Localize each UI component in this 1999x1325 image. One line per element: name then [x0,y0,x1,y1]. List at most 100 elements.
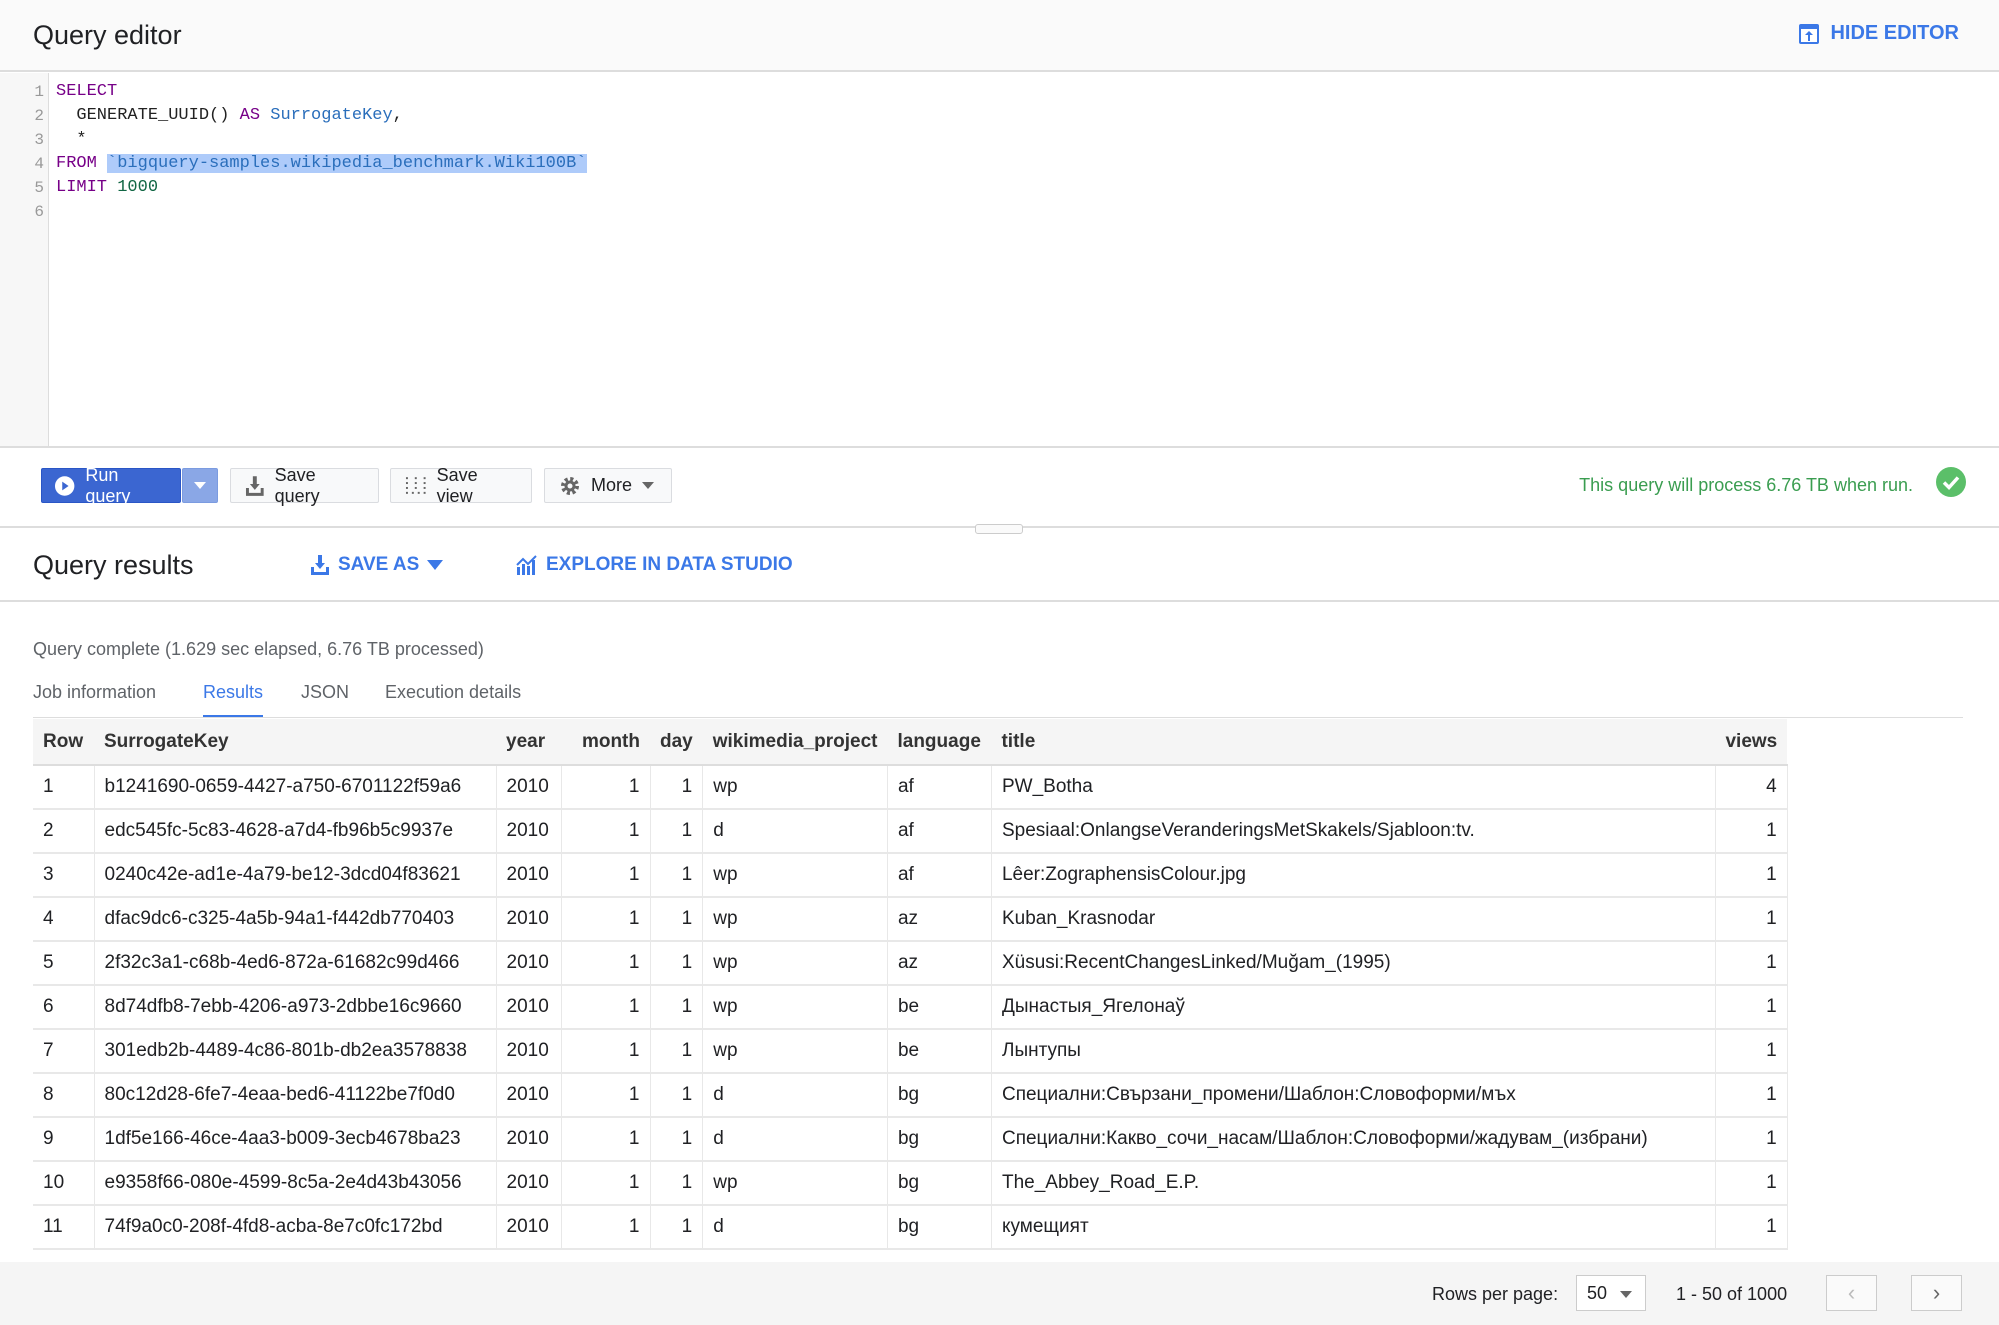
column-header-title: title [991,719,1716,766]
pagination-bar: Rows per page: 50 1 - 50 of 1000 ‹ › [0,1262,1999,1325]
explore-data-studio-button[interactable]: EXPLORE IN DATA STUDIO [516,554,793,576]
column-header-language: language [887,719,992,766]
cell-surrogatekey: b1241690-0659-4427-a750-6701122f59a6 [94,765,497,810]
cell-year: 2010 [496,809,562,854]
save-as-button[interactable]: SAVE AS [310,554,444,576]
save-query-button[interactable]: Save query [230,465,379,506]
next-page-button[interactable]: › [1911,1275,1962,1311]
cell-row: 1 [33,765,95,810]
code-line: LIMIT 1000 [56,178,158,197]
cell-title: Lêer:ZographensisColour.jpg [991,853,1716,898]
caret-down-icon [1620,1291,1633,1298]
cell-views: 1 [1715,1161,1788,1206]
cell-language: bg [887,1205,992,1250]
tab-results[interactable]: Results [203,682,264,718]
cell-title: Специални:Какво_сочи_насам/Шаблон:Словоф… [991,1117,1716,1162]
table-row: 8 80c12d28-6fe7-4eaa-bed6-41122be7f0d0 201… [33,1073,1788,1118]
alias: SurrogateKey [270,106,393,125]
page-title: Query editor [33,20,182,50]
results-table: Row SurrogateKey year month day wikimedia_pro… [33,719,1788,1250]
cell-day: 1 [650,941,704,986]
caret-down-icon [427,560,444,570]
function: GENERATE_UUID() [56,106,240,125]
sql-editor[interactable]: 1 2 3 4 5 6 SELECT GENERATE_UUID() AS Su… [0,73,1999,446]
cell-row: 5 [33,941,95,986]
cell-views: 1 [1715,941,1788,986]
hide-editor-icon [1799,23,1820,44]
cell-views: 1 [1715,853,1788,898]
tab-execution-details[interactable]: Execution details [385,682,521,715]
cell-language: af [887,809,992,854]
more-button[interactable]: More [544,468,672,503]
cell-day: 1 [650,1117,704,1162]
cell-month: 1 [561,897,651,942]
cell-row: 4 [33,897,95,942]
cell-month: 1 [561,1161,651,1206]
run-options-dropdown[interactable] [182,468,218,503]
line-number: 4 [34,155,44,173]
table-row: 11 74f9a0c0-208f-4fd8-acba-8e7c0fc172bd 20… [33,1205,1788,1250]
save-view-button[interactable]: Save view [390,465,532,506]
cell-views: 1 [1715,809,1788,854]
column-header-wikimedia_project: wikimedia_project [702,719,888,766]
cell-surrogatekey: 74f9a0c0-208f-4fd8-acba-8e7c0fc172bd [94,1205,497,1250]
keyword: LIMIT [56,178,108,197]
tab-job-information[interactable]: Job information [33,682,156,715]
line-number-gutter: 1 2 3 4 5 6 [0,73,49,446]
cell-wikimedia_project: d [702,1073,888,1118]
rows-per-page-select[interactable]: 50 [1576,1275,1646,1311]
query-toolbar: Run query Save query Save view More This… [0,446,1999,534]
cell-month: 1 [561,853,651,898]
cell-month: 1 [561,1029,651,1074]
cell-language: be [887,985,992,1030]
run-query-label: Run query [85,464,131,506]
star: * [56,130,87,149]
cell-language: az [887,941,992,986]
cell-views: 1 [1715,1029,1788,1074]
table-row: 7 301edb2b-4489-4c86-801b-db2ea3578838 201… [33,1029,1788,1074]
cell-month: 1 [561,765,651,810]
cell-wikimedia_project: wp [702,985,888,1030]
cell-wikimedia_project: wp [702,897,888,942]
cell-day: 1 [650,1073,704,1118]
cell-title: PW_Botha [991,765,1716,810]
cell-language: be [887,1029,992,1074]
query-complete-status: Query complete (1.629 sec elapsed, 6.76 … [33,639,484,659]
cell-title: Дынастыя_Ягелонаў [991,985,1716,1030]
cell-year: 2010 [496,765,562,810]
selected-table-name: `bigquery-samples.wikipedia_benchmark.Wi… [107,154,587,173]
column-header-year: year [496,719,561,766]
column-header-row: Row [33,719,94,766]
cell-wikimedia_project: wp [702,941,888,986]
explore-label: EXPLORE IN DATA STUDIO [546,554,793,575]
tab-json[interactable]: JSON [301,682,349,715]
line-number: 3 [34,131,44,149]
hide-editor-button[interactable]: HIDE EDITOR [1798,22,1959,45]
cell-day: 1 [650,765,704,810]
save-as-label: SAVE AS [338,554,420,575]
cell-year: 2010 [496,941,562,986]
prev-page-button[interactable]: ‹ [1826,1275,1877,1311]
cell-title: The_Abbey_Road_E.P. [991,1161,1716,1206]
column-header-views: views [1715,719,1788,766]
page-range: 1 - 50 of 1000 [1676,1284,1788,1304]
download-icon [311,555,329,575]
code-line: FROM `bigquery-samples.wikipedia_benchma… [56,154,587,173]
code-line: GENERATE_UUID() AS SurrogateKey, [56,106,402,125]
cell-year: 2010 [496,853,562,898]
cell-surrogatekey: 0240c42e-ad1e-4a79-be12-3dcd04f83621 [94,853,497,898]
code-line: * [56,130,87,149]
cell-day: 1 [650,809,704,854]
table-row: 10 e9358f66-080e-4599-8c5a-2e4d43b43056 20… [33,1161,1788,1206]
table-header-row: Row SurrogateKey year month day wikimedia_pro… [33,719,1788,766]
cell-title: Лынтупы [991,1029,1716,1074]
chevron-right-icon: › [1932,1280,1941,1305]
run-query-button[interactable]: Run query [41,465,181,506]
cell-language: af [887,853,992,898]
cell-day: 1 [650,853,704,898]
editor-header: Query editor HIDE EDITOR [0,0,1999,72]
results-header: Query results SAVE AS EXPLORE IN DATA ST… [0,528,1999,602]
cell-title: Spesiaal:OnlangseVeranderingsMetSkakels/… [991,809,1716,854]
number: 1000 [117,178,159,197]
cell-wikimedia_project: d [702,1117,888,1162]
